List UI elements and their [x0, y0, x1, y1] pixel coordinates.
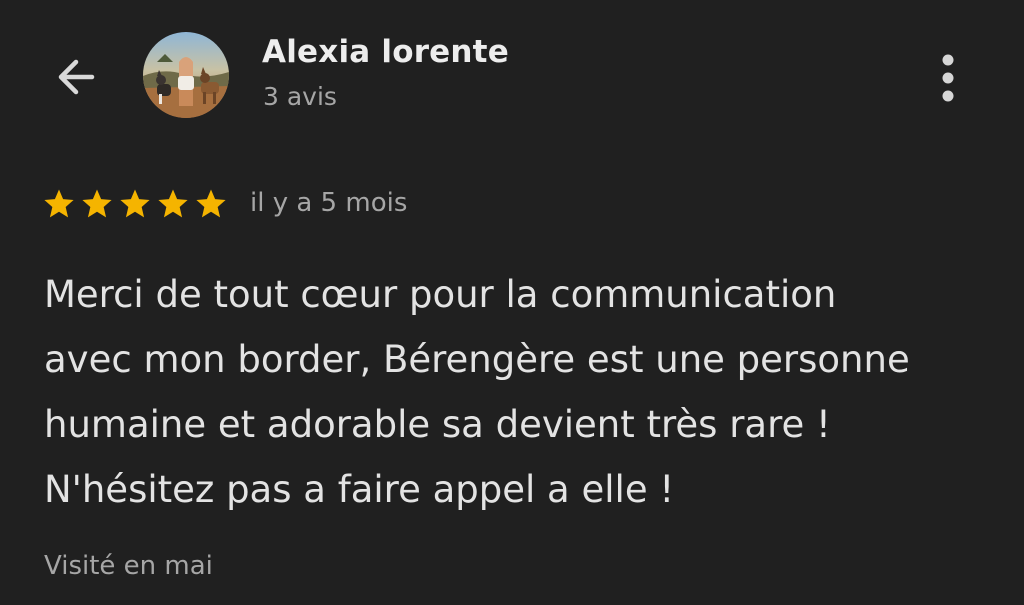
- rating-row: il y a 5 mois: [42, 182, 407, 226]
- star-icon: [196, 189, 226, 218]
- more-options-button[interactable]: [928, 50, 968, 106]
- star-icon: [158, 189, 188, 218]
- more-vert-icon: [942, 54, 954, 102]
- review-count: 3 avis: [263, 82, 337, 111]
- review-text-line: Merci de tout cœur pour la communication: [44, 273, 837, 316]
- visit-info: Visité en mai: [44, 551, 213, 581]
- arrow-left-icon: [58, 59, 95, 95]
- star-rating: [42, 187, 228, 221]
- user-name[interactable]: Alexia lorente: [262, 34, 509, 70]
- star-icon: [120, 189, 150, 218]
- review-date: il y a 5 mois: [250, 188, 408, 218]
- back-button[interactable]: [46, 52, 106, 102]
- review-text-line: avec mon border, Bérengère est une perso…: [44, 338, 910, 381]
- review-text: Merci de tout cœur pour la communication…: [44, 262, 994, 522]
- review-text-line: humaine et adorable sa devient très rare…: [44, 403, 831, 446]
- star-icon: [82, 189, 112, 218]
- avatar-photo: [143, 32, 229, 118]
- star-icon: [44, 189, 74, 218]
- review-header: Alexia lorente 3 avis: [0, 0, 1024, 150]
- review-text-line: N'hésitez pas a faire appel a elle !: [44, 468, 675, 511]
- avatar[interactable]: [143, 32, 229, 118]
